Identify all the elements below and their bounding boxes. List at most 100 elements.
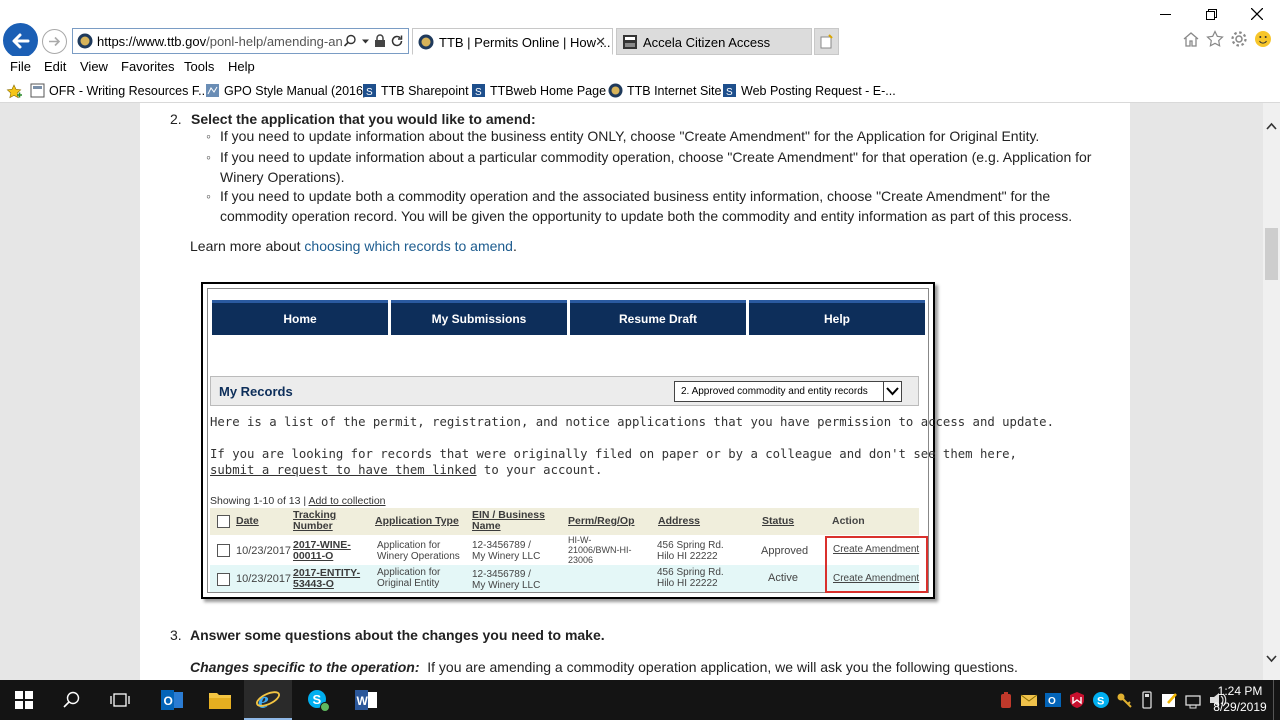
favorites-bar: OFR - Writing Resources F... GPO Style M…: [0, 79, 1280, 103]
lock-icon[interactable]: [374, 34, 386, 48]
new-tab-button[interactable]: [814, 28, 839, 55]
menu-tools[interactable]: Tools: [184, 59, 214, 74]
row-addr-2: Hilo HI 22222: [657, 551, 718, 562]
paper-records-line-2: submit a request to have them linked to …: [210, 463, 602, 477]
minimize-button[interactable]: [1142, 0, 1188, 28]
battery-icon[interactable]: [998, 691, 1014, 709]
learn-more-suffix: .: [512, 238, 517, 254]
taskbar-skype[interactable]: S: [294, 680, 342, 720]
favorite-ttbweb[interactable]: S TTBweb Home Page: [471, 83, 606, 98]
clock-time: 1:24 PM: [1217, 684, 1263, 698]
favorite-ofr[interactable]: OFR - Writing Resources F...: [30, 83, 209, 98]
forward-button[interactable]: [42, 29, 67, 54]
close-tab-icon[interactable]: ✕: [595, 34, 606, 50]
page-content: 2. Select the application that you would…: [140, 103, 1130, 680]
row-permit-3: 23006: [568, 555, 594, 565]
paper-suffix: to your account.: [476, 463, 603, 477]
taskbar-clock[interactable]: 1:24 PM 8/29/2019: [1212, 683, 1268, 715]
scroll-down-icon[interactable]: [1266, 653, 1277, 664]
svg-text:O: O: [1048, 696, 1056, 707]
tab-accela[interactable]: Accela Citizen Access: [616, 28, 812, 55]
favorite-label: OFR - Writing Resources F...: [49, 83, 209, 98]
step-2-heading: Select the application that you would li…: [191, 111, 536, 127]
tab-label: Accela Citizen Access: [643, 35, 771, 50]
browser-right-icons: [1182, 30, 1272, 48]
row-app-1: Application for: [377, 567, 441, 578]
accela-icon: [623, 35, 637, 49]
favorite-label: TTB Internet Site: [627, 83, 722, 98]
taskbar-file-explorer[interactable]: [196, 680, 244, 720]
tab-label: TTB | Permits Online | How ...: [439, 35, 611, 50]
close-window-button[interactable]: [1234, 0, 1280, 28]
embedded-screenshot: Home My Submissions Resume Draft Help My…: [201, 282, 1054, 599]
page-viewport: 2. Select the application that you would…: [0, 103, 1263, 680]
network-icon[interactable]: [1184, 691, 1202, 709]
smiley-feedback-icon[interactable]: [1254, 30, 1272, 48]
search-icon[interactable]: [343, 34, 357, 48]
taskbar-word[interactable]: W: [342, 680, 390, 720]
skype-tray-icon[interactable]: S: [1092, 691, 1110, 709]
home-icon[interactable]: [1182, 30, 1200, 48]
favorite-ttb-internet[interactable]: TTB Internet Site: [608, 83, 721, 98]
taskbar-internet-explorer[interactable]: e: [244, 680, 292, 720]
sharepoint-icon: S: [363, 84, 376, 98]
row-ein-2: My Winery LLC: [472, 580, 541, 591]
learn-more-link[interactable]: choosing which records to amend: [304, 238, 513, 254]
search-button[interactable]: [48, 680, 96, 720]
dropdown-icon[interactable]: [361, 37, 370, 46]
start-button[interactable]: [0, 680, 48, 720]
close-icon: [1251, 8, 1263, 20]
mail-icon[interactable]: [1020, 692, 1038, 708]
mcafee-shield-icon[interactable]: [1068, 691, 1086, 709]
url-text: https://www.ttb.gov/ponl-help/amending-a…: [97, 34, 343, 49]
menu-edit[interactable]: Edit: [44, 59, 66, 74]
gear-icon[interactable]: [1230, 30, 1248, 48]
outlook-tray-icon[interactable]: O: [1044, 691, 1062, 709]
key-icon[interactable]: [1116, 691, 1134, 709]
row-tracking-1: 2017-ENTITY-: [293, 567, 361, 579]
favorite-gpo[interactable]: GPO Style Manual (2016): [205, 83, 367, 98]
show-desktop-button[interactable]: [1273, 680, 1280, 720]
task-view-button[interactable]: [96, 680, 144, 720]
step-3-number: 3.: [170, 627, 182, 643]
menu-favorites[interactable]: Favorites: [121, 59, 174, 74]
address-bar[interactable]: https://www.ttb.gov/ponl-help/amending-a…: [72, 28, 409, 54]
menu-help[interactable]: Help: [228, 59, 255, 74]
my-records-bar: My Records 2. Approved commodity and ent…: [210, 376, 919, 406]
row-tracking-2: 00011-O: [293, 550, 334, 562]
arrow-right-icon: [49, 36, 61, 47]
step-3-sublabel: Changes specific to the operation:: [190, 659, 420, 675]
favorite-label: TTB Sharepoint: [381, 83, 469, 98]
refresh-icon[interactable]: [390, 34, 404, 48]
bullet-marker: ◦: [206, 188, 211, 204]
col-app-type: Application Type: [375, 515, 459, 527]
scroll-thumb[interactable]: [1265, 228, 1278, 280]
step-3-subtext: Changes specific to the operation: If yo…: [190, 659, 1018, 675]
window-controls: [1142, 0, 1280, 28]
favorite-web-posting[interactable]: S Web Posting Request - E-...: [722, 83, 896, 98]
notes-icon[interactable]: [1160, 691, 1178, 709]
row-date: 10/23/2017: [236, 545, 292, 557]
vertical-scrollbar[interactable]: [1263, 103, 1280, 680]
restore-icon: [1205, 8, 1217, 20]
favorite-ttb-sharepoint[interactable]: S TTB Sharepoint: [362, 83, 469, 98]
system-tray: O S: [998, 690, 1228, 710]
address-tools: [343, 33, 404, 49]
maximize-button[interactable]: [1188, 0, 1234, 28]
row-ein-1: 12-3456789 /: [472, 540, 531, 551]
svg-text:O: O: [164, 694, 173, 708]
taskbar-outlook[interactable]: O: [148, 680, 196, 720]
back-button[interactable]: [3, 23, 38, 58]
tab-ttb-permits[interactable]: TTB | Permits Online | How ... ✕: [412, 28, 613, 55]
scroll-up-icon[interactable]: [1266, 121, 1277, 132]
row-addr-1: 456 Spring Rd.: [657, 540, 724, 551]
menu-view[interactable]: View: [80, 59, 108, 74]
ttb-seal-icon: [608, 83, 623, 98]
col-permit: Perm/Reg/Op: [568, 515, 635, 527]
usb-device-icon[interactable]: [1140, 691, 1154, 709]
menu-file[interactable]: File: [10, 59, 31, 74]
favorites-star-icon[interactable]: [1206, 30, 1224, 48]
row-tracking-2: 53443-O: [293, 578, 334, 590]
row-date: 10/23/2017: [236, 573, 292, 585]
add-favorite-star-icon[interactable]: [6, 84, 22, 100]
